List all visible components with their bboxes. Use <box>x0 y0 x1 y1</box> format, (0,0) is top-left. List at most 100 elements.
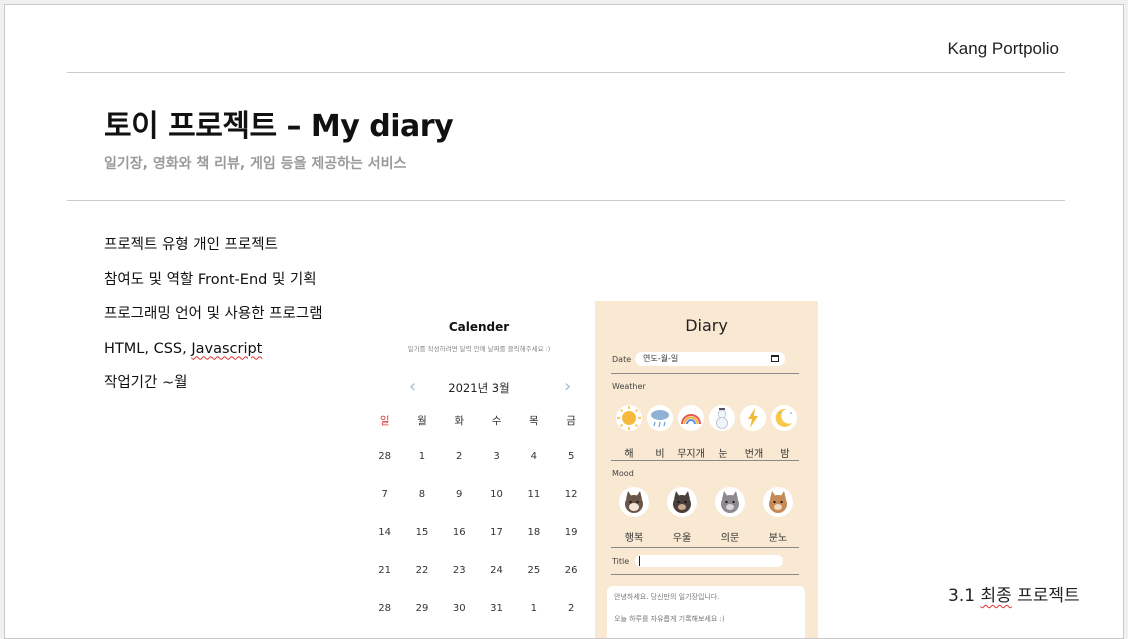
day-cell[interactable]: 1 <box>403 451 440 489</box>
body-line: 오늘 하루를 자유롭게 기록해보세요 :) <box>614 615 725 623</box>
day-cell[interactable]: 18 <box>515 527 552 565</box>
footer-word: 최종 <box>980 586 1012 606</box>
weekday-sun: 일 <box>379 415 390 427</box>
week-row: 28 1 2 3 4 5 <box>366 451 590 489</box>
chevron-right-icon[interactable]: › <box>564 376 571 397</box>
day-cell[interactable]: 25 <box>515 565 552 603</box>
info-label: 프로젝트 유형 <box>104 237 189 253</box>
day-cell[interactable]: 17 <box>478 527 515 565</box>
weekday-tue: 화 <box>454 415 465 427</box>
week-row: 14 15 16 17 18 19 <box>366 527 590 565</box>
mood-label-happy: 행복 <box>624 533 644 544</box>
day-cell[interactable]: 3 <box>478 451 515 489</box>
date-field[interactable]: 연도-월-일 <box>635 352 785 366</box>
info-value-javascript: Javascript <box>191 340 263 357</box>
rainbow-icon[interactable] <box>678 405 704 431</box>
info-value: ~월 <box>161 375 188 391</box>
info-value: HTML, CSS, <box>104 340 192 357</box>
day-cell[interactable]: 23 <box>441 565 478 603</box>
mid-divider <box>67 200 1065 201</box>
day-cell[interactable]: 5 <box>552 451 589 489</box>
week-row: 7 8 9 10 11 12 <box>366 489 590 527</box>
calendar-title: Calender <box>448 320 510 334</box>
weekday-mon: 월 <box>417 415 427 427</box>
day-cell[interactable]: 9 <box>441 489 478 527</box>
footer-suffix: 프로젝트 <box>1011 586 1080 606</box>
day-cell[interactable]: 29 <box>403 603 440 638</box>
day-cell[interactable]: 1 <box>515 603 552 638</box>
project-info: 프로젝트 유형 개인 프로젝트 참여도 및 역할 Front-End 및 기획 … <box>104 235 323 408</box>
day-cell[interactable]: 28 <box>366 451 403 489</box>
sun-icon[interactable] <box>616 405 642 431</box>
weather-underline <box>611 460 799 461</box>
calendar-month: 2021년 3월 <box>448 381 510 395</box>
weather-label-rainbow: 무지개 <box>677 449 705 460</box>
diary-body-textarea[interactable]: 안녕하세요. 당신만의 일기장입니다. 오늘 하루를 자유롭게 기록해보세요 :… <box>607 586 805 638</box>
info-type: 프로젝트 유형 개인 프로젝트 <box>104 235 323 270</box>
rain-cloud-icon[interactable] <box>647 405 673 431</box>
page-subtitle: 일기장, 영화와 책 리뷰, 게임 등을 제공하는 서비스 <box>104 156 407 172</box>
snowman-icon[interactable] <box>709 405 735 431</box>
title-input[interactable] <box>635 555 783 567</box>
day-cell[interactable]: 11 <box>515 489 552 527</box>
weekday-fri: 금 <box>566 415 576 427</box>
day-cell[interactable]: 8 <box>403 489 440 527</box>
weather-label-lightning: 번개 <box>744 449 764 460</box>
info-role: 참여도 및 역할 Front-End 및 기획 <box>104 270 323 305</box>
day-cell[interactable]: 28 <box>366 603 403 638</box>
day-cell[interactable]: 15 <box>403 527 440 565</box>
info-value: Front-End 및 기획 <box>197 271 317 288</box>
footer-label: 3.1 최종 프로젝트 <box>948 581 1080 606</box>
text-caret <box>639 556 640 566</box>
day-cell[interactable]: 14 <box>366 527 403 565</box>
weather-label: Weather <box>612 382 646 391</box>
angry-cat-icon[interactable] <box>763 487 793 517</box>
mood-label-curious: 의문 <box>720 533 740 544</box>
sad-cat-icon[interactable] <box>667 487 697 517</box>
day-cell[interactable]: 10 <box>478 489 515 527</box>
week-row: 28 29 30 31 1 2 <box>366 603 590 638</box>
day-cell[interactable]: 26 <box>552 565 589 603</box>
weekday-thu: 목 <box>529 415 539 427</box>
day-cell[interactable]: 31 <box>478 603 515 638</box>
day-cell[interactable]: 30 <box>441 603 478 638</box>
day-cell[interactable]: 12 <box>552 489 589 527</box>
happy-cat-icon[interactable] <box>619 487 649 517</box>
diary-title: Diary <box>685 316 728 335</box>
info-label: 참여도 및 역할 <box>104 271 194 288</box>
info-period: 작업기간 ~월 <box>104 373 323 408</box>
page-title: 토이 프로젝트 – My diary <box>104 109 454 144</box>
weather-label-night: 밤 <box>780 449 790 460</box>
calendar-hint: 일기를 작성하려면 달력 안에 날짜를 클릭해주세요 :) <box>407 345 551 353</box>
calendar-grid: 일 월 화 수 목 금 28 1 2 3 4 5 7 8 9 10 11 12 … <box>366 413 590 638</box>
date-label: Date <box>612 355 632 364</box>
day-cell[interactable]: 2 <box>441 451 478 489</box>
info-label: 작업기간 <box>104 375 158 391</box>
day-cell[interactable]: 24 <box>478 565 515 603</box>
curious-cat-icon[interactable] <box>715 487 745 517</box>
day-cell[interactable]: 19 <box>552 527 589 565</box>
lightning-icon[interactable] <box>740 405 766 431</box>
info-tools: 프로그래밍 언어 및 사용한 프로그램 <box>104 304 323 339</box>
moon-icon[interactable] <box>771 405 797 431</box>
title-underline <box>611 574 799 575</box>
footer-prefix: 3.1 <box>948 586 981 606</box>
info-value: 개인 프로젝트 <box>193 237 278 253</box>
weekday-wed: 수 <box>491 415 502 427</box>
day-cell[interactable]: 7 <box>366 489 403 527</box>
weekday-row: 일 월 화 수 목 금 <box>366 413 590 451</box>
weather-label-snow: 눈 <box>718 449 728 460</box>
day-cell[interactable]: 21 <box>366 565 403 603</box>
date-placeholder: 연도-월-일 <box>643 354 679 363</box>
day-cell[interactable]: 2 <box>552 603 589 638</box>
calendar-icon[interactable] <box>771 355 779 362</box>
title-label: Title <box>612 557 630 566</box>
info-label: 프로그래밍 언어 및 사용한 프로그램 <box>104 306 323 322</box>
top-divider <box>67 72 1065 73</box>
day-cell[interactable]: 16 <box>441 527 478 565</box>
mood-label-sad: 우울 <box>672 533 692 544</box>
day-cell[interactable]: 22 <box>403 565 440 603</box>
weather-label-rain: 비 <box>655 449 665 460</box>
day-cell[interactable]: 4 <box>515 451 552 489</box>
calendar-panel: Calender 일기를 작성하려면 달력 안에 날짜를 클릭해주세요 :) ‹… <box>364 305 594 638</box>
